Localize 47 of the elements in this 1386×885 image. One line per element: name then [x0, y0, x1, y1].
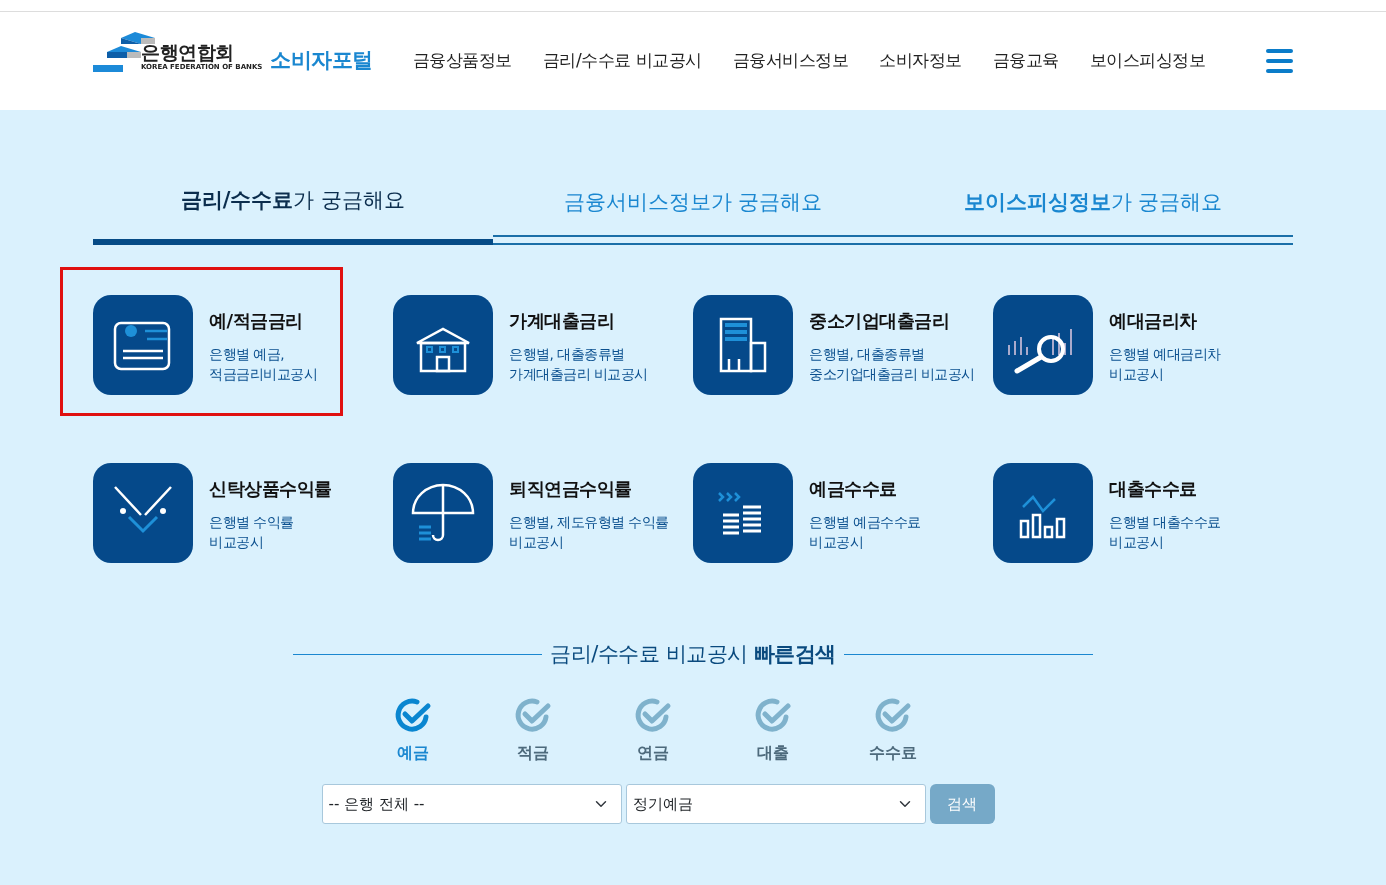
nav-link[interactable]: 금융교육 — [992, 48, 1059, 74]
service-card[interactable]: 예금수수료 은행별 예금수수료 비교공시 — [693, 462, 993, 563]
service-card[interactable]: 예/적금금리 은행별 예금, 적금금리비교공시 — [63, 269, 340, 413]
category-option[interactable]: 대출 — [713, 694, 833, 766]
portal-title-link[interactable]: 소비자포털 — [270, 45, 373, 77]
card-description: 은행별 예대금리차 비교공시 — [1109, 344, 1221, 384]
card-description: 은행별 수익률 비교공시 — [209, 512, 295, 552]
card-description: 은행별 대출수수료 비교공시 — [1109, 512, 1221, 552]
bank-select[interactable]: -- 은행 전체 -- — [321, 784, 622, 824]
card-title: 퇴직연금수익률 — [509, 476, 633, 501]
card-title: 가계대출금리 — [509, 308, 615, 333]
tab[interactable]: 금리/수수료가 궁금해요 — [93, 185, 493, 245]
service-card[interactable]: 신탁상품수익률 은행별 수익률 비교공시 — [93, 462, 393, 563]
menu-icon[interactable] — [1266, 49, 1293, 73]
card-title: 중소기업대출금리 — [809, 308, 950, 333]
product-select[interactable]: 정기예금 — [625, 784, 926, 824]
service-card[interactable]: 가계대출금리 은행별, 대출종류별 가계대출금리 비교공시 — [393, 294, 693, 413]
nav-link[interactable]: 소비자정보 — [879, 48, 962, 74]
bar-line-chart-icon — [993, 462, 1093, 563]
office-building-icon — [693, 294, 793, 395]
nav-link[interactable]: 보이스피싱정보 — [1089, 48, 1206, 74]
service-card[interactable]: 대출수수료 은행별 대출수수료 비교공시 — [993, 462, 1293, 563]
service-card[interactable]: 예대금리차 은행별 예대금리차 비교공시 — [993, 294, 1293, 413]
nav-link[interactable]: 금융상품정보 — [412, 48, 512, 74]
category-option[interactable]: 수수료 — [833, 694, 953, 766]
card-title: 신탁상품수익률 — [209, 476, 332, 501]
umbrella-coins-icon — [393, 462, 493, 563]
nav-link[interactable]: 금융서비스정보 — [732, 48, 849, 74]
house-icon — [393, 294, 493, 395]
card-title: 예/적금금리 — [209, 308, 304, 333]
service-card[interactable]: 중소기업대출금리 은행별, 대출종류별 중소기업대출금리 비교공시 — [693, 294, 993, 413]
service-card[interactable]: 퇴직연금수익률 은행별, 제도유형별 수익률 비교공시 — [393, 462, 693, 563]
category-option[interactable]: 연금 — [593, 694, 713, 766]
card-description: 은행별, 대출종류별 가계대출금리 비교공시 — [509, 344, 648, 384]
card-description: 은행별, 제도유형별 수익률 비교공시 — [509, 512, 669, 552]
card-title: 예대금리차 — [1109, 308, 1198, 333]
card-title: 예금수수료 — [809, 476, 898, 501]
section-title: 금리/수수료 비교공시 빠른검색 — [550, 640, 836, 668]
bankbook-icon — [93, 294, 193, 395]
card-title: 대출수수료 — [1109, 476, 1198, 501]
magnifier-chart-icon — [993, 294, 1093, 395]
logo-text: 은행연합회 — [141, 42, 235, 62]
card-description: 은행별, 대출종류별 중소기업대출금리 비교공시 — [809, 344, 975, 384]
nav-link[interactable]: 금리/수수료 비교공시 — [542, 48, 702, 74]
card-description: 은행별 예금, 적금금리비교공시 — [209, 344, 317, 384]
category-option[interactable]: 적금 — [473, 694, 593, 766]
card-description: 은행별 예금수수료 비교공시 — [809, 512, 921, 552]
